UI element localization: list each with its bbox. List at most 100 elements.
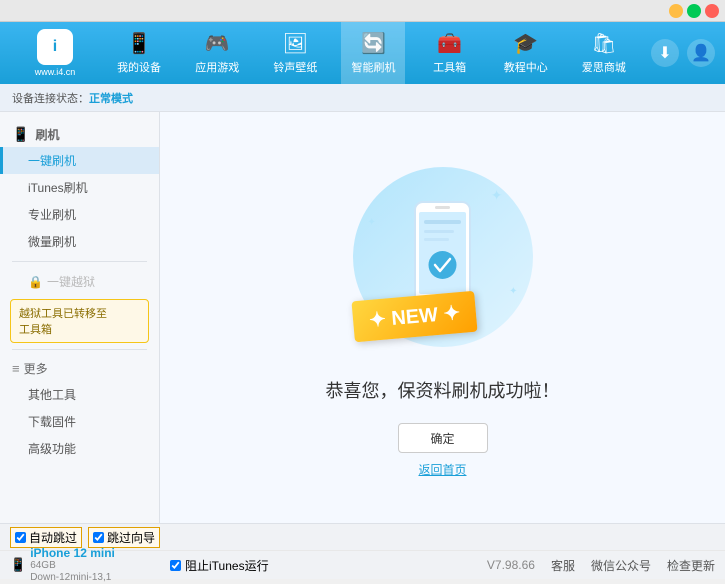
status-label: 设备连接状态： xyxy=(12,90,89,106)
nav-my-device[interactable]: 📱 我的设备 xyxy=(107,22,171,84)
bottom-info-row: 📱 iPhone 12 mini 64GB Down-12mini-13,1 阻… xyxy=(0,551,725,579)
main-layout: 📱 刷机 一键刷机 iTunes刷机 专业刷机 微量刷机 🔒 一键越狱 越狱工具… xyxy=(0,112,725,523)
sidebar-divider-1 xyxy=(12,261,147,262)
auto-jump-label[interactable]: 自动跳过 xyxy=(10,527,82,548)
sidebar-flash-header: 📱 刷机 xyxy=(0,120,159,147)
tools-icon: 🧰 xyxy=(437,31,462,56)
device-phone-icon: 📱 xyxy=(10,557,26,573)
sidebar-item-itunes-flash[interactable]: iTunes刷机 xyxy=(0,174,159,201)
shop-icon: 🛍 xyxy=(591,31,616,56)
sidebar-disabled-jailbreak: 🔒 一键越狱 xyxy=(0,268,159,295)
nav-shop[interactable]: 🛍 爱思商城 xyxy=(572,22,636,84)
sidebar-item-advanced[interactable]: 高级功能 xyxy=(0,435,159,462)
logo-area: i www.i4.cn xyxy=(10,29,100,77)
nav-apps-games[interactable]: 🎮 应用游戏 xyxy=(185,22,249,84)
nav-items: 📱 我的设备 🎮 应用游戏 🖼 铃声壁纸 🔄 智能刷机 🧰 工具箱 🎓 教程中心… xyxy=(100,22,643,84)
itunes-status: 阻止iTunes运行 xyxy=(170,557,487,574)
device-storage: 64GB xyxy=(30,560,115,572)
maximize-button[interactable] xyxy=(687,4,701,18)
sparkle-3: ✦ xyxy=(509,286,517,297)
itunes-flash-label: iTunes刷机 xyxy=(28,179,88,196)
bottom-section: 自动跳过 跳过向导 📱 iPhone 12 mini 64GB Down-12m… xyxy=(0,523,725,579)
nav-wallpaper[interactable]: 🖼 铃声壁纸 xyxy=(263,22,327,84)
sidebar-item-pro-flash[interactable]: 专业刷机 xyxy=(0,201,159,228)
support-link[interactable]: 客服 xyxy=(551,557,575,574)
nav-tutorial-label: 教程中心 xyxy=(504,59,548,75)
nav-tutorial[interactable]: 🎓 教程中心 xyxy=(494,22,558,84)
download-button[interactable]: ⬇ xyxy=(651,39,679,67)
more-icon: ≡ xyxy=(12,361,20,376)
auto-jump-text: 自动跳过 xyxy=(29,529,77,546)
device-name: iPhone 12 mini xyxy=(30,546,115,560)
new-badge-star-left: ✦ xyxy=(368,309,387,332)
version-text: V7.98.66 xyxy=(487,558,535,572)
confirm-button[interactable]: 确定 xyxy=(398,423,488,453)
skip-guide-label[interactable]: 跳过向导 xyxy=(88,527,160,548)
device-status-bar: 设备连接状态： 正常模式 xyxy=(0,84,725,112)
jailbreak-label: 一键越狱 xyxy=(47,273,95,290)
success-illustration: ✦ ✦ ✦ ✦ NEW ✦ xyxy=(343,157,543,357)
wechat-link[interactable]: 微信公众号 xyxy=(591,557,651,574)
nav-right: ⬇ 👤 xyxy=(651,39,715,67)
checkbox-area: 自动跳过 跳过向导 xyxy=(10,527,170,548)
itunes-status-label: 阻止iTunes运行 xyxy=(185,557,269,574)
sidebar-more-header: ≡ 更多 xyxy=(0,356,159,381)
success-text: 恭喜您，保资料刷机成功啦！ xyxy=(326,377,560,403)
other-tools-label: 其他工具 xyxy=(28,386,76,403)
sidebar-item-restore-flash[interactable]: 微量刷机 xyxy=(0,228,159,255)
close-button[interactable] xyxy=(705,4,719,18)
sidebar: 📱 刷机 一键刷机 iTunes刷机 专业刷机 微量刷机 🔒 一键越狱 越狱工具… xyxy=(0,112,160,523)
sparkle-2: ✦ xyxy=(368,217,376,228)
sidebar-warning-box: 越狱工具已转移至 工具箱 xyxy=(10,299,149,343)
nav-tools[interactable]: 🧰 工具箱 xyxy=(420,22,480,84)
sidebar-item-download-firmware[interactable]: 下载固件 xyxy=(0,408,159,435)
nav-apps-games-label: 应用游戏 xyxy=(195,59,239,75)
nav-smart-flash-label: 智能刷机 xyxy=(351,59,395,75)
nav-my-device-label: 我的设备 xyxy=(117,59,161,75)
tutorial-icon: 🎓 xyxy=(513,31,538,56)
lock-icon: 🔒 xyxy=(28,275,43,289)
wallpaper-icon: 🖼 xyxy=(283,31,308,56)
download-firmware-label: 下载固件 xyxy=(28,413,76,430)
device-details: iPhone 12 mini 64GB Down-12mini-13,1 xyxy=(30,546,115,584)
check-update-link[interactable]: 检查更新 xyxy=(667,557,715,574)
new-badge-star-right: ✦ xyxy=(442,302,461,325)
header: i www.i4.cn 📱 我的设备 🎮 应用游戏 🖼 铃声壁纸 🔄 智能刷机 … xyxy=(0,22,725,84)
content-area: ✦ ✦ ✦ ✦ NEW ✦ 恭喜您，保资料刷机成功啦！ 确定 返回首页 xyxy=(160,112,725,523)
warning-line2: 工具箱 xyxy=(19,321,140,337)
title-bar xyxy=(0,0,725,22)
logo-text: www.i4.cn xyxy=(35,67,76,77)
restore-flash-label: 微量刷机 xyxy=(28,233,76,250)
logo-icon: i xyxy=(37,29,73,65)
sidebar-item-one-click-flash[interactable]: 一键刷机 xyxy=(0,147,159,174)
pro-flash-label: 专业刷机 xyxy=(28,206,76,223)
apps-games-icon: 🎮 xyxy=(205,31,230,56)
more-label: 更多 xyxy=(24,360,48,377)
my-device-icon: 📱 xyxy=(127,31,152,56)
nav-shop-label: 爱思商城 xyxy=(582,59,626,75)
skip-guide-checkbox[interactable] xyxy=(93,532,104,543)
device-model: Down-12mini-13,1 xyxy=(30,572,115,584)
advanced-label: 高级功能 xyxy=(28,440,76,457)
nav-smart-flash[interactable]: 🔄 智能刷机 xyxy=(341,22,405,84)
bottom-right-links: V7.98.66 客服 微信公众号 检查更新 xyxy=(487,557,715,574)
nav-wallpaper-label: 铃声壁纸 xyxy=(273,59,317,75)
new-badge-text: NEW xyxy=(390,304,438,330)
sidebar-divider-2 xyxy=(12,349,147,350)
nav-tools-label: 工具箱 xyxy=(433,59,466,75)
sparkle-1: ✦ xyxy=(491,187,503,204)
flash-section-label: 刷机 xyxy=(35,126,59,143)
flash-section-icon: 📱 xyxy=(12,126,29,143)
go-home-link[interactable]: 返回首页 xyxy=(418,461,466,478)
sidebar-item-other-tools[interactable]: 其他工具 xyxy=(0,381,159,408)
smart-flash-icon: 🔄 xyxy=(361,31,386,56)
user-button[interactable]: 👤 xyxy=(687,39,715,67)
auto-jump-checkbox[interactable] xyxy=(15,532,26,543)
one-click-flash-label: 一键刷机 xyxy=(28,152,76,169)
device-info: 📱 iPhone 12 mini 64GB Down-12mini-13,1 xyxy=(10,546,170,584)
itunes-checkbox[interactable] xyxy=(170,560,181,571)
warning-line1: 越狱工具已转移至 xyxy=(19,305,140,321)
minimize-button[interactable] xyxy=(669,4,683,18)
skip-guide-text: 跳过向导 xyxy=(107,529,155,546)
status-value: 正常模式 xyxy=(89,90,133,106)
